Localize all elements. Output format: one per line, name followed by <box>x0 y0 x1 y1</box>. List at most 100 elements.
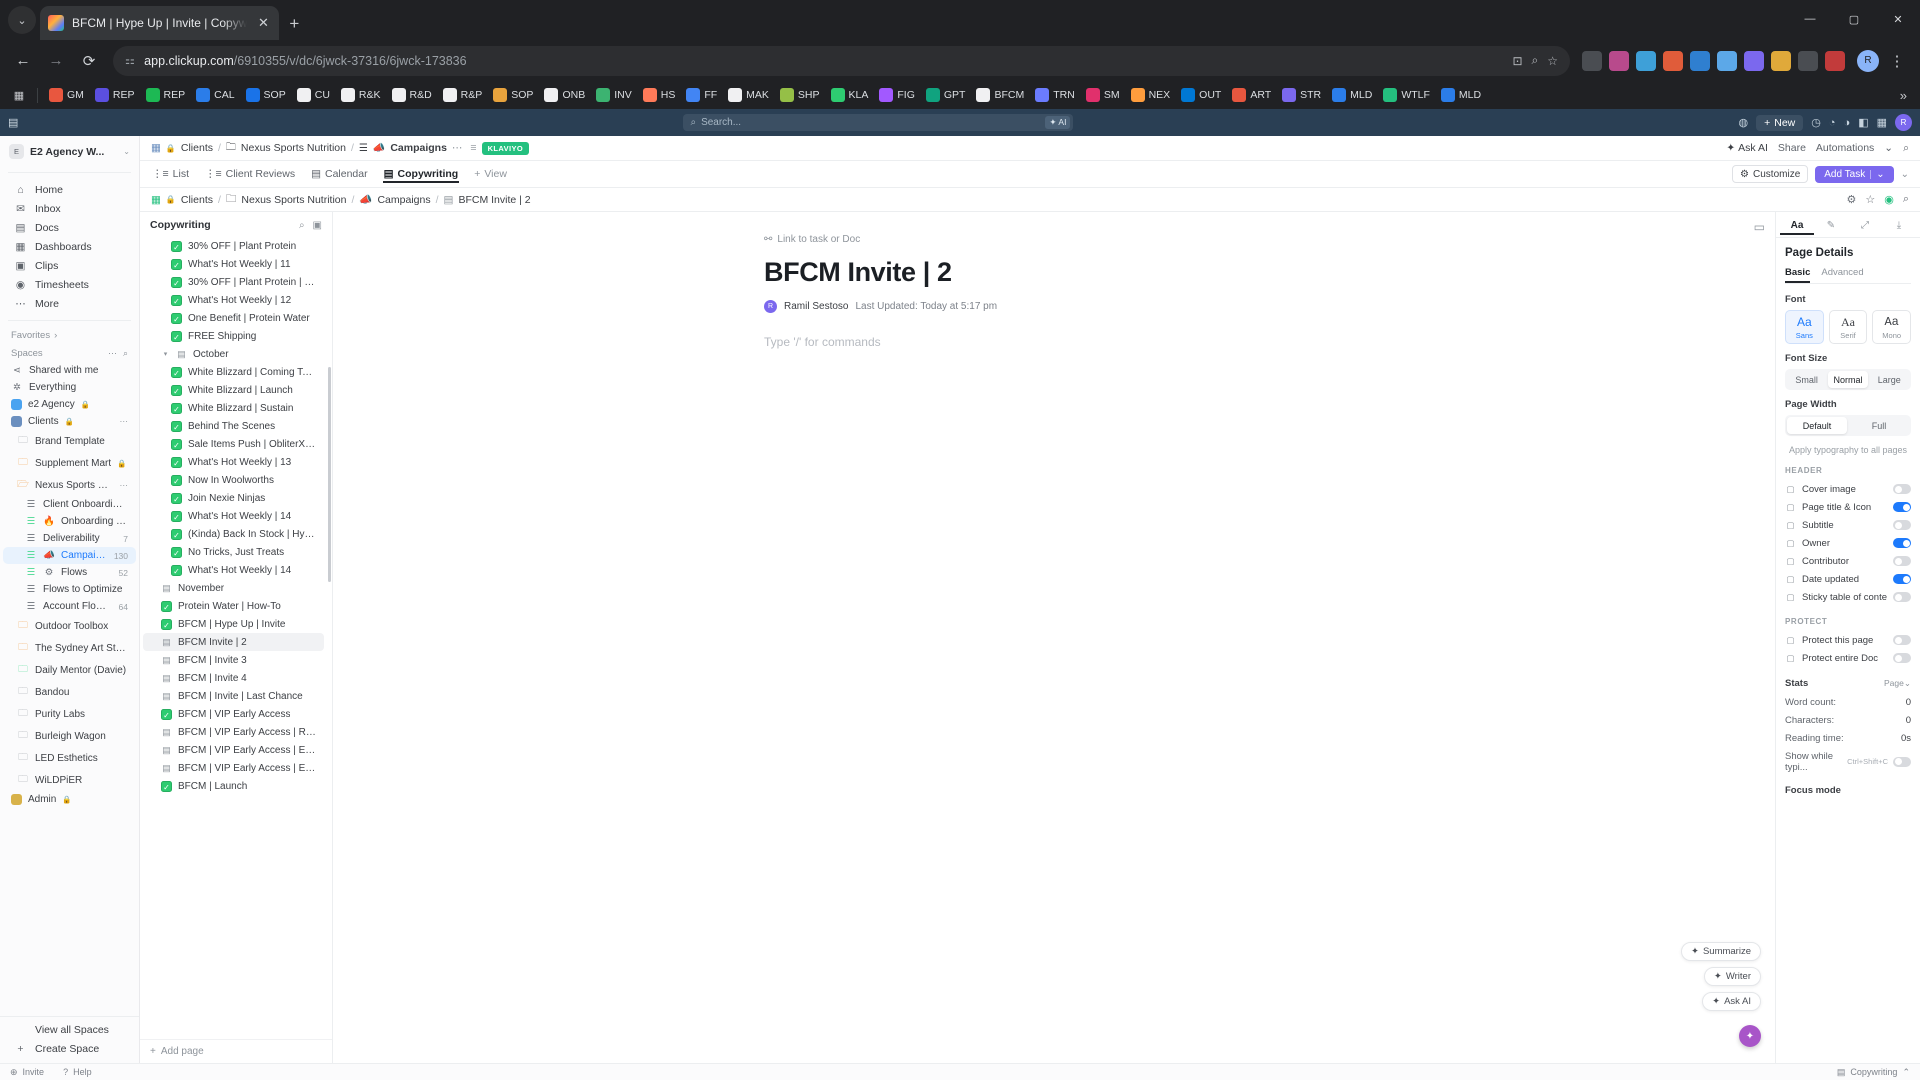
close-icon[interactable]: ✕ <box>255 15 271 31</box>
profile-avatar[interactable]: R <box>1857 49 1879 72</box>
show-while-typing-toggle[interactable] <box>1893 756 1911 767</box>
page-list-item[interactable]: ▾ ▤ October <box>143 345 324 363</box>
workspace-switcher[interactable]: E E2 Agency W... ⌄ <box>0 136 139 167</box>
toggle-contributor[interactable] <box>1893 556 1911 567</box>
expand-tab[interactable]: ⤢ <box>1848 215 1882 235</box>
sidebar-item-inbox[interactable]: ✉ Inbox <box>4 199 135 218</box>
task-checkbox-icon[interactable]: ✓ <box>171 276 182 288</box>
apps-icon[interactable]: ◧ <box>1858 116 1868 129</box>
tree-item-flows-to-optimize[interactable]: ☰ Flows to Optimize <box>3 581 136 598</box>
tree-item-flows[interactable]: ☰ ⚙ Flows 52 <box>3 564 136 581</box>
page-list-item[interactable]: ✓ Now In Woolworths <box>143 471 324 489</box>
extension-6-icon[interactable] <box>1717 50 1737 71</box>
breadcrumb-item-clients[interactable]: Clients <box>181 142 213 154</box>
page-list-item[interactable]: ✓ (Kinda) Back In Stock | Hydration+ <box>143 525 324 543</box>
bookmark-r&k[interactable]: R&K <box>336 86 386 104</box>
bookmark-mld[interactable]: MLD <box>1327 86 1377 104</box>
new-tab-button[interactable]: + <box>279 14 309 40</box>
page-list-item[interactable]: ✓ Protein Water | How-To <box>143 597 324 615</box>
doc-breadcrumb-campaigns[interactable]: Campaigns <box>377 194 430 206</box>
page-list-item[interactable]: ✓ White Blizzard | Sustain <box>143 399 324 417</box>
tab-search-button[interactable]: ⌄ <box>8 6 36 34</box>
bookmark-out[interactable]: OUT <box>1176 86 1226 104</box>
help-icon[interactable]: ◑ <box>1844 117 1851 129</box>
bookmark-fig[interactable]: FIG <box>874 86 920 104</box>
download-tab[interactable]: ⤓ <box>1882 215 1916 235</box>
search-icon[interactable]: ⌕ <box>123 348 128 359</box>
page-list-item[interactable]: ▤ BFCM | Invite 4 <box>143 669 324 687</box>
bookmark-gpt[interactable]: GPT <box>921 86 971 104</box>
tree-item-admin[interactable]: Admin 🔒 <box>3 791 136 808</box>
tree-item-clients[interactable]: Clients 🔒 ⋯ <box>3 413 136 430</box>
toggle-page-title-icon[interactable] <box>1893 502 1911 513</box>
task-checkbox-icon[interactable]: ✓ <box>171 312 182 324</box>
extension-9-icon[interactable] <box>1798 50 1818 71</box>
task-checkbox-icon[interactable]: ✓ <box>171 294 182 306</box>
page-title[interactable]: BFCM Invite | 2 <box>764 257 1344 288</box>
more-icon[interactable]: ⋯ <box>108 348 117 359</box>
toggle-sticky-table-of-contents[interactable] <box>1893 592 1911 603</box>
collapse-icon[interactable]: ▣ <box>313 220 322 231</box>
tree-item-brand-template[interactable]: 🗀 Brand Template <box>3 430 136 452</box>
task-checkbox-icon[interactable]: ✓ <box>171 240 182 252</box>
editor-placeholder[interactable]: Type '/' for commands <box>764 335 1344 349</box>
doc-breadcrumb-clients[interactable]: Clients <box>181 194 213 206</box>
ai-summarize-button[interactable]: ✦ Summarize <box>1680 942 1761 961</box>
page-list-item[interactable]: ▤ November <box>143 579 324 597</box>
doc-breadcrumb-nexus[interactable]: Nexus Sports Nutrition <box>241 194 346 206</box>
zoom-icon[interactable]: ⌕ <box>1532 53 1539 68</box>
search-icon[interactable]: ⌕ <box>299 220 305 231</box>
task-checkbox-icon[interactable]: ✓ <box>171 564 182 576</box>
tree-item-everything[interactable]: ✲ Everything <box>3 379 136 396</box>
bookmark-wtlf[interactable]: WTLF <box>1378 86 1435 104</box>
share-icon[interactable]: ◉ <box>1884 193 1894 206</box>
task-checkbox-icon[interactable]: ✓ <box>171 546 182 558</box>
globe-icon[interactable]: ◍ <box>1739 116 1749 129</box>
more-icon[interactable]: ⋯ <box>120 416 129 427</box>
tree-item-outdoor-toolbox[interactable]: 🗀 Outdoor Toolbox <box>3 615 136 637</box>
reload-icon[interactable]: ⟳ <box>74 46 104 76</box>
page-list-item[interactable]: ✓ Join Nexie Ninjas <box>143 489 324 507</box>
font-size-large[interactable]: Large <box>1870 371 1909 388</box>
bookmark-ff[interactable]: FF <box>681 86 722 104</box>
bookmark-cal[interactable]: CAL <box>191 86 239 104</box>
bookmark-bfcm[interactable]: BFCM <box>971 86 1029 104</box>
task-checkbox-icon[interactable]: ✓ <box>171 258 182 270</box>
ai-writer-button[interactable]: ✦ Writer <box>1703 967 1761 986</box>
extension-5-icon[interactable] <box>1690 50 1710 71</box>
task-checkbox-icon[interactable]: ✓ <box>171 492 182 504</box>
page-list-item[interactable]: ✓ 30% OFF | Plant Protein <box>143 237 324 255</box>
cast-icon[interactable]: ⊡ <box>1512 54 1522 68</box>
task-checkbox-icon[interactable]: ✓ <box>171 402 182 414</box>
bookmark-art[interactable]: ART <box>1227 86 1276 104</box>
bookmark-rep[interactable]: REP <box>90 86 140 104</box>
tree-item-daily-mentor-davie[interactable]: 🗀 Daily Mentor (Davie) <box>3 659 136 681</box>
page-list-item[interactable]: ✓ What's Hot Weekly | 14 <box>143 561 324 579</box>
task-checkbox-icon[interactable]: ✓ <box>171 528 182 540</box>
tree-item-deliverability[interactable]: ☰ Deliverability 7 <box>3 530 136 547</box>
bookmark-hs[interactable]: HS <box>638 86 681 104</box>
task-checkbox-icon[interactable]: ✓ <box>171 474 182 486</box>
breadcrumb-item-nexus[interactable]: Nexus Sports Nutrition <box>241 142 346 154</box>
sidebar-item-dashboards[interactable]: ▦ Dashboards <box>4 237 135 256</box>
page-list-item[interactable]: ✓ BFCM | VIP Early Access <box>143 705 324 723</box>
invite-button[interactable]: Invite <box>23 1067 45 1077</box>
bookmark-sm[interactable]: SM <box>1081 86 1125 104</box>
bookmark-mak[interactable]: MAK <box>723 86 774 104</box>
share-button[interactable]: Share <box>1778 142 1806 154</box>
bookmark-r&p[interactable]: R&P <box>438 86 488 104</box>
filter-icon[interactable]: ≡ <box>470 142 476 154</box>
extension-4-icon[interactable] <box>1663 50 1683 71</box>
toggle-subtitle[interactable] <box>1893 520 1911 531</box>
bookmark-rep[interactable]: REP <box>141 86 191 104</box>
browser-menu-icon[interactable]: ⋮ <box>1882 46 1912 76</box>
page-width-full[interactable]: Full <box>1849 417 1909 434</box>
bookmark-nex[interactable]: NEX <box>1126 86 1176 104</box>
sidebar-item-home[interactable]: ⌂ Home <box>4 180 135 199</box>
chevron-down-icon[interactable]: ⌄ <box>123 147 130 156</box>
panel-tab-advanced[interactable]: Advanced <box>1821 267 1863 283</box>
page-list-item[interactable]: ▤ BFCM | VIP Early Access | Reminder <box>143 723 324 741</box>
task-checkbox-icon[interactable]: ✓ <box>171 384 182 396</box>
toggle-protect-entire-doc[interactable] <box>1893 653 1911 664</box>
task-checkbox-icon[interactable]: ✓ <box>171 366 182 378</box>
